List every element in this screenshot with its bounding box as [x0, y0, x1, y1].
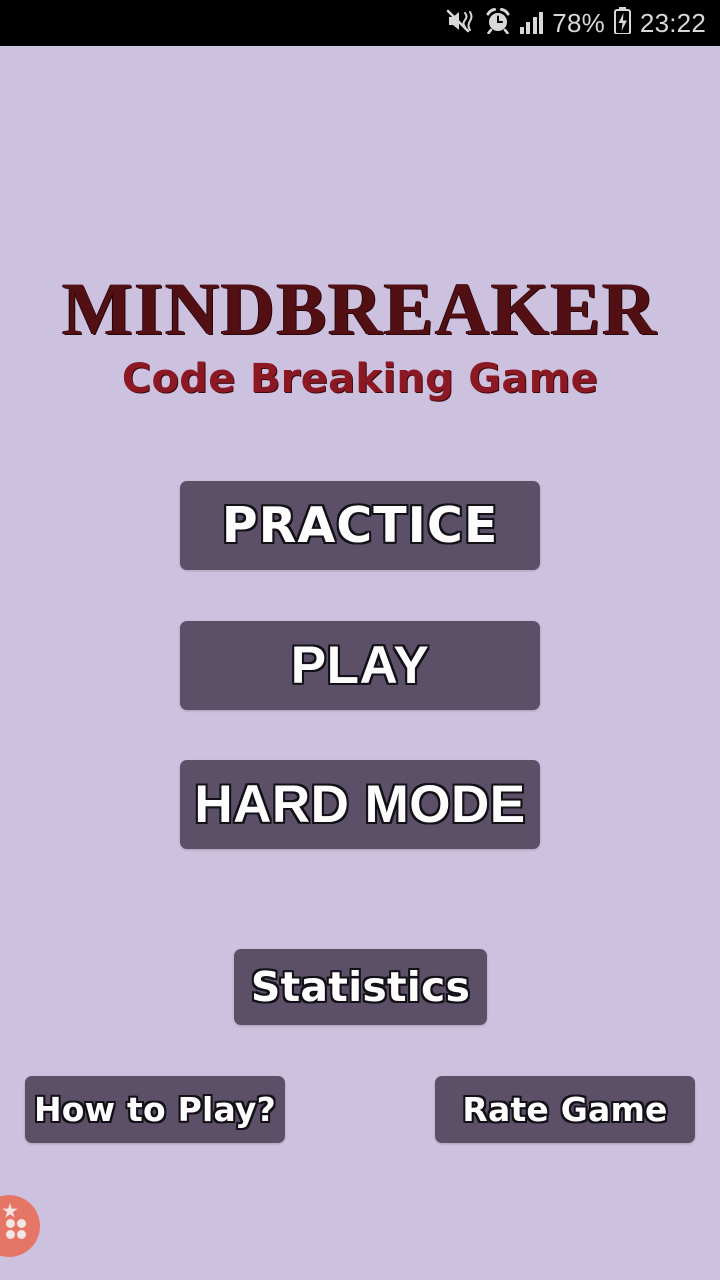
dots-star-bubble-icon[interactable] — [0, 1195, 40, 1257]
status-bar-icon-group: 78% 23:22 — [446, 7, 706, 39]
status-bar: 78% 23:22 — [0, 0, 720, 46]
statistics-button-label: Statistics — [250, 963, 471, 1011]
play-button-label: PLAY — [290, 636, 430, 695]
fab-dot — [17, 1230, 26, 1239]
play-button[interactable]: PLAY — [180, 621, 540, 710]
battery-charging-icon — [613, 7, 631, 39]
statistics-button[interactable]: Statistics — [234, 949, 487, 1025]
star-glyph — [2, 1203, 18, 1218]
hard-mode-button-label: HARD MODE — [194, 775, 526, 834]
battery-percent-label: 78% — [552, 8, 605, 38]
alarm-clock-icon — [485, 7, 511, 39]
practice-button[interactable]: PRACTICE — [180, 481, 540, 570]
how-to-play-button-label: How to Play? — [33, 1090, 276, 1129]
fab-dot — [6, 1219, 15, 1228]
app-subtitle: Code Breaking Game — [121, 356, 599, 402]
app-title: MINDBREAKER — [62, 268, 658, 351]
hard-mode-button[interactable]: HARD MODE — [180, 760, 540, 849]
rate-game-button[interactable]: Rate Game — [435, 1076, 695, 1143]
app-screen: 78% 23:22 MINDBREAKER Code Breaking Game… — [0, 0, 720, 1280]
status-bar-clock: 23:22 — [639, 8, 706, 38]
how-to-play-button[interactable]: How to Play? — [25, 1076, 285, 1143]
signal-bars-icon — [519, 12, 544, 34]
mute-vibrate-icon — [446, 8, 476, 39]
fab-dot — [17, 1219, 26, 1228]
title-block: MINDBREAKER Code Breaking Game — [0, 272, 720, 399]
rate-game-button-label: Rate Game — [462, 1090, 668, 1129]
fab-dot — [6, 1230, 15, 1239]
practice-button-label: PRACTICE — [221, 497, 499, 554]
